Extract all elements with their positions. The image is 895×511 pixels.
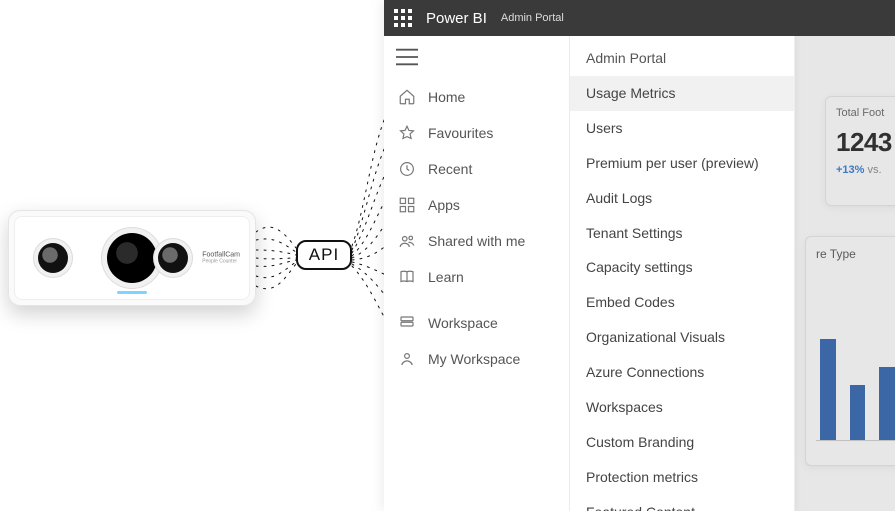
top-bar: Power BI Admin Portal <box>384 0 895 36</box>
nav-toggle-button[interactable] <box>384 44 569 79</box>
nav-label: Home <box>428 89 465 105</box>
person-icon <box>398 350 416 368</box>
stack-icon <box>398 314 416 332</box>
chart-bar-B <box>850 385 866 441</box>
grid-icon <box>398 196 416 214</box>
admin-item-audit-logs[interactable]: Audit Logs <box>570 181 794 216</box>
clock-icon <box>398 160 416 178</box>
people-icon <box>398 232 416 250</box>
admin-item-usage-metrics[interactable]: Usage Metrics <box>570 76 794 111</box>
admin-item-capacity-settings[interactable]: Capacity settings <box>570 250 794 285</box>
nav-home[interactable]: Home <box>384 79 569 115</box>
nav-recent[interactable]: Recent <box>384 151 569 187</box>
breadcrumb: Admin Portal <box>501 12 564 24</box>
device-brand-sub: People Counter <box>202 259 240 265</box>
app-launcher-icon[interactable] <box>394 9 412 27</box>
home-icon <box>398 88 416 106</box>
app-name: Power BI <box>426 10 487 27</box>
bg-card-suffix: vs. <box>868 164 882 176</box>
star-icon <box>398 124 416 142</box>
admin-item-custom-branding[interactable]: Custom Branding <box>570 425 794 460</box>
bg-card-delta: +13% <box>836 164 864 176</box>
nav-label: Shared with me <box>428 233 525 249</box>
device-lens-center <box>107 233 157 283</box>
left-nav: Home Favourites Recent Apps Shared with … <box>384 36 570 511</box>
bg-card-value: 1243 <box>836 127 895 158</box>
nav-favourites[interactable]: Favourites <box>384 115 569 151</box>
nav-label: My Workspace <box>428 351 520 367</box>
nav-label: Learn <box>428 269 464 285</box>
bg-chart-title: re Type <box>816 247 895 261</box>
device-lens-left <box>38 243 68 273</box>
device-lens-right <box>158 243 188 273</box>
admin-item-protection-metrics[interactable]: Protection metrics <box>570 460 794 495</box>
powerbi-panel: Power BI Admin Portal Total Foot 1243 +1… <box>384 0 895 511</box>
admin-item-embed-codes[interactable]: Embed Codes <box>570 285 794 320</box>
chart-bar-C <box>879 367 895 441</box>
nav-shared[interactable]: Shared with me <box>384 223 569 259</box>
nav-apps[interactable]: Apps <box>384 187 569 223</box>
admin-submenu: Admin Portal Usage MetricsUsersPremium p… <box>570 36 795 511</box>
nav-workspace[interactable]: Workspace <box>384 305 569 341</box>
admin-header: Admin Portal <box>570 36 794 76</box>
admin-item-premium-per-user-preview[interactable]: Premium per user (preview) <box>570 146 794 181</box>
api-label: API <box>309 245 339 265</box>
nav-learn[interactable]: Learn <box>384 259 569 295</box>
admin-item-tenant-settings[interactable]: Tenant Settings <box>570 216 794 251</box>
footfallcam-device: FootfallCam People Counter <box>8 210 256 306</box>
admin-item-workspaces[interactable]: Workspaces <box>570 390 794 425</box>
chart-bar-A <box>820 339 836 441</box>
book-icon <box>398 268 416 286</box>
bg-chart: re Type <box>805 236 895 466</box>
admin-item-organizational-visuals[interactable]: Organizational Visuals <box>570 320 794 355</box>
admin-item-azure-connections[interactable]: Azure Connections <box>570 355 794 390</box>
nav-label: Favourites <box>428 125 493 141</box>
nav-label: Apps <box>428 197 460 213</box>
nav-my-workspace[interactable]: My Workspace <box>384 341 569 377</box>
device-brand: FootfallCam People Counter <box>202 251 240 264</box>
admin-item-users[interactable]: Users <box>570 111 794 146</box>
bg-metric-card: Total Foot 1243 +13% vs. <box>825 96 895 206</box>
nav-label: Recent <box>428 161 472 177</box>
api-badge: API <box>296 240 352 270</box>
nav-label: Workspace <box>428 315 498 331</box>
bg-card-title: Total Foot <box>836 107 895 119</box>
device-brand-name: FootfallCam <box>202 251 240 258</box>
admin-item-featured-content[interactable]: Featured Content <box>570 495 794 511</box>
